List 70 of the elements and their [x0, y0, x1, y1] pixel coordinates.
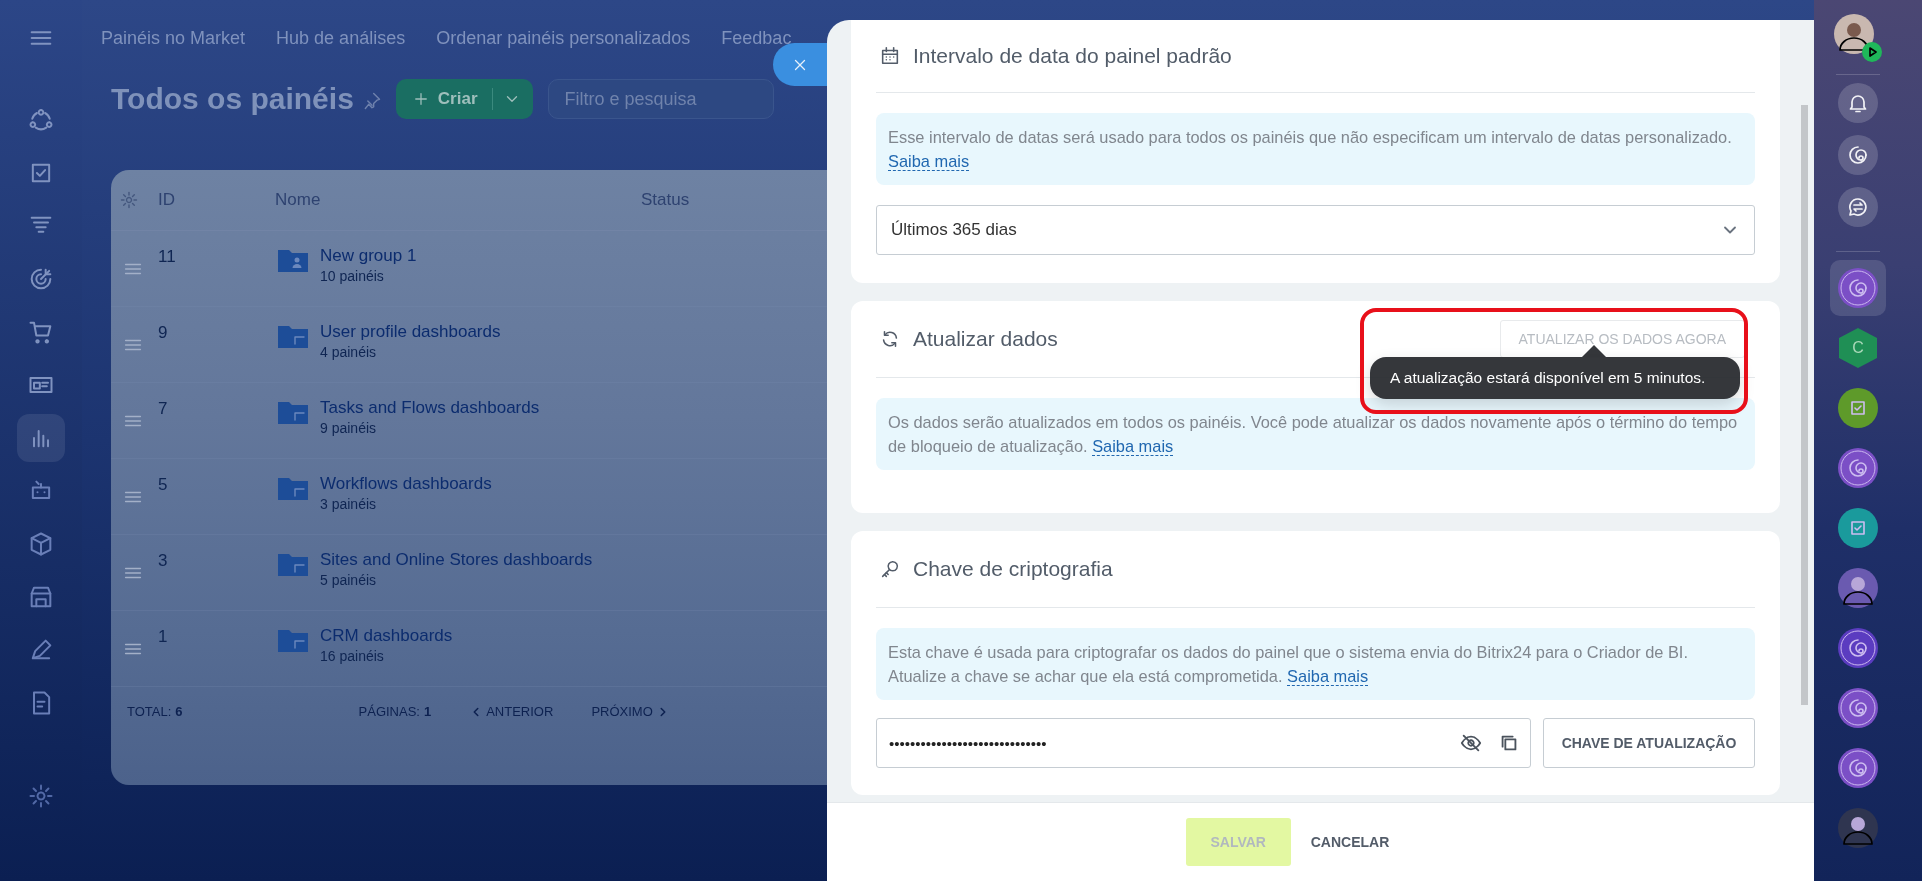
filter-field[interactable]: Filtro e pesquisa [547, 79, 774, 119]
spiral-icon [1846, 143, 1870, 167]
column-header: Nome [275, 190, 321, 210]
key-field[interactable]: •••••••••••••••••••••••••••••• [876, 718, 1531, 768]
folder-icon [277, 475, 309, 501]
section-title: Intervalo de data do painel padrão [913, 44, 1233, 68]
group-count: 10 painéis [320, 268, 385, 284]
table-cell: 7 [158, 399, 168, 419]
date-range-select[interactable]: Últimos 365 dias [876, 205, 1755, 255]
play-badge-icon [1862, 42, 1882, 62]
create-button[interactable]: Criar [395, 79, 533, 119]
group-count: 16 painéis [320, 648, 385, 664]
cancel-button[interactable]: CANCELAR [1304, 818, 1396, 866]
group-name[interactable]: Tasks and Flows dashboards [320, 398, 540, 418]
pages-label: PÁGINAS: [358, 704, 420, 719]
scrollbar[interactable] [1801, 105, 1808, 705]
column-header: ID [158, 190, 175, 210]
update-key-button[interactable]: CHAVE DE ATUALIZAÇÃO [1543, 718, 1755, 768]
folder-icon [277, 323, 309, 349]
tooltip: A atualização estará disponível em 5 minutos. [1370, 345, 1740, 399]
next-link[interactable]: PRÓXIMO [591, 704, 670, 719]
table-cell: 9 [158, 323, 168, 343]
nav-link[interactable]: Feedbac [721, 27, 792, 49]
folder-icon [277, 627, 309, 653]
group-name[interactable]: Workflows dashboards [320, 474, 492, 494]
page-count: 1 [423, 704, 432, 719]
nav-link[interactable]: Painéis no Market [101, 27, 246, 49]
group-count: 5 painéis [320, 572, 378, 588]
chat-button[interactable] [1838, 187, 1878, 227]
table-cell: 3 [158, 551, 168, 571]
section-title: Atualizar dados [913, 327, 1059, 351]
sidebar-item[interactable] [17, 414, 65, 462]
section-title: Chave de criptografia [913, 557, 1114, 581]
eye-slash-icon[interactable] [1460, 732, 1482, 754]
close-button[interactable] [773, 43, 827, 86]
table-cell: 11 [158, 247, 176, 267]
settings-icon [27, 782, 55, 810]
folder-icon [277, 399, 309, 425]
rail-app[interactable] [1830, 260, 1886, 316]
learn-more-link[interactable]: Saiba mais [1287, 667, 1369, 686]
total-count: 6 [175, 704, 183, 719]
learn-more-link[interactable]: Saiba mais [1092, 437, 1174, 456]
group-count: 9 painéis [320, 420, 378, 436]
folder-icon [277, 247, 309, 273]
table-cell: 1 [158, 627, 168, 647]
info-text: Esse intervalo de datas será usado para todos os painéis que não especificam um intervalo de datas personalizado. Saiba mais [876, 113, 1755, 185]
group-count: 4 painéis [320, 344, 378, 360]
learn-more-link[interactable]: Saiba mais [888, 152, 970, 171]
nav-link[interactable]: Ordenar painéis personalizados [436, 27, 691, 49]
group-name[interactable]: CRM dashboards [320, 626, 453, 646]
calendar-icon [879, 45, 901, 67]
key-icon [879, 558, 901, 580]
column-header: Status [641, 190, 690, 210]
previous-link[interactable]: ANTERIOR [469, 704, 554, 719]
table-cell: 5 [158, 475, 168, 495]
group-count: 3 painéis [320, 496, 378, 512]
rail-app[interactable]: C [1830, 320, 1886, 376]
nav-link[interactable]: Hub de análises [276, 27, 406, 49]
group-name[interactable]: New group 1 [320, 246, 417, 266]
notifications-button[interactable] [1838, 83, 1878, 123]
group-name[interactable]: Sites and Online Stores dashboards [320, 550, 593, 570]
chat-icon [1846, 195, 1870, 219]
info-text: Os dados serão atualizados em todos os painéis. Você pode atualizar os dados novamente após o término do tempo de bloqueio de atualização. Saiba mais [876, 398, 1755, 470]
user-avatar[interactable] [1834, 14, 1874, 54]
folder-icon [277, 551, 309, 577]
info-text: Esta chave é usada para criptografar os dados do painel que o sistema envia do Bitrix24 para o Criador de BI. Atualize a chave se achar que ela está comprometida. Saiba mais [876, 628, 1755, 700]
total-label: TOTAL: [127, 704, 172, 719]
spiral-button[interactable] [1838, 135, 1878, 175]
group-name[interactable]: User profile dashboards [320, 322, 501, 342]
page-title: Todos os painéis [111, 82, 354, 116]
